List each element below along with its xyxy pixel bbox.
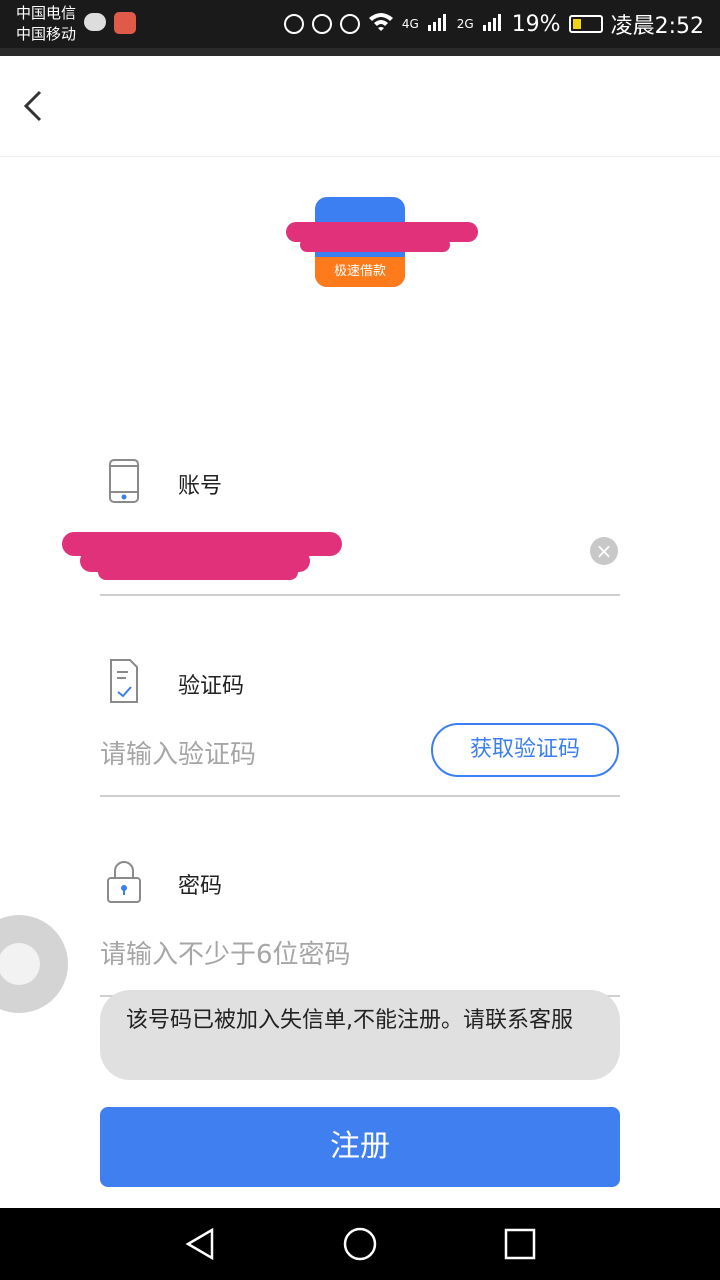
location-icon [283, 14, 304, 34]
signal-4g: 4G [401, 17, 419, 31]
system-nav-bar [0, 1208, 720, 1280]
account-input[interactable] [60, 520, 580, 590]
circle-home-icon [343, 1227, 377, 1261]
chat-notification-icon [84, 13, 106, 31]
code-input[interactable]: 请输入验证码 [100, 734, 256, 771]
redaction-mark [98, 564, 298, 580]
register-button[interactable]: 注册 [100, 1107, 620, 1187]
triangle-back-icon [185, 1227, 214, 1261]
code-underline [100, 795, 620, 797]
get-code-button[interactable]: 获取验证码 [431, 723, 619, 777]
battery-icon [568, 15, 603, 33]
error-toast: 该号码已被加入失信单,不能注册。请联系客服 [100, 990, 620, 1080]
status-bar: 中国电信 中国移动 4G 2G 19% 凌晨2:52 [0, 0, 720, 48]
document-check-icon [108, 658, 140, 708]
carrier-2: 中国移动 [16, 25, 77, 43]
nav-recents-button[interactable] [502, 1226, 538, 1262]
square-recents-icon [504, 1228, 536, 1260]
mute-icon [311, 14, 332, 34]
redaction-mark [300, 238, 450, 252]
carrier-1: 中国电信 [16, 4, 77, 22]
clear-account-button[interactable]: × [590, 537, 618, 565]
wifi-icon [368, 11, 394, 37]
signal-bars-2-icon [482, 12, 504, 37]
nav-back-button[interactable] [182, 1226, 218, 1262]
account-label: 账号 [178, 474, 223, 499]
close-icon: × [595, 539, 613, 563]
floating-assistant-button[interactable] [0, 915, 68, 1013]
code-label: 验证码 [178, 674, 245, 699]
battery-percent: 19% [511, 11, 561, 37]
phone-icon [108, 458, 140, 508]
app-notification-icon [114, 12, 136, 34]
clock: 凌晨2:52 [610, 14, 704, 39]
password-label: 密码 [178, 874, 223, 899]
status-bar-shadow [0, 48, 720, 56]
carrier-labels: 中国电信 中国移动 [16, 3, 76, 45]
logo-text: 极速借款 [315, 257, 405, 287]
back-button[interactable] [14, 86, 54, 126]
nav-home-button[interactable] [342, 1226, 378, 1262]
signal-2g: 2G [456, 17, 474, 31]
alarm-icon [339, 14, 360, 34]
account-underline [100, 594, 620, 596]
app-header [0, 56, 720, 157]
status-right: 4G 2G 19% 凌晨2:52 [283, 8, 704, 40]
password-input[interactable]: 请输入不少于6位密码 [100, 934, 351, 971]
chevron-left-icon [23, 90, 42, 122]
signal-bars-icon [427, 12, 449, 37]
lock-icon [106, 858, 142, 908]
